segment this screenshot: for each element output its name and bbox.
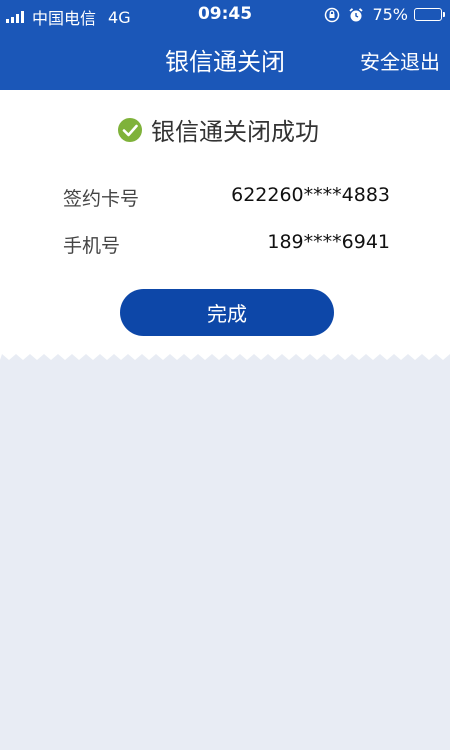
phone-number-label: 手机号 <box>63 235 121 257</box>
rotation-lock-icon <box>325 7 340 22</box>
result-status: 银信通关闭成功 <box>117 112 319 147</box>
header: 中国电信 4G 09:45 75% 银信通关闭 安全退出 <box>0 0 450 90</box>
status-right: 75% <box>324 5 445 24</box>
card-number-label: 签约卡号 <box>63 188 140 210</box>
secure-logout-button[interactable]: 安全退出 <box>360 46 440 75</box>
phone-number-value: 189****6941 <box>267 231 390 253</box>
check-circle-icon <box>118 117 142 142</box>
card-number-value: 622260****4883 <box>231 184 390 206</box>
card-zigzag-edge <box>0 350 450 360</box>
alarm-icon <box>349 7 364 21</box>
result-message: 银信通关闭成功 <box>151 118 319 146</box>
battery-icon <box>414 8 445 21</box>
status-bar: 中国电信 4G 09:45 75% <box>0 0 450 28</box>
done-button[interactable]: 完成 <box>120 289 334 336</box>
battery-percent: 75% <box>372 5 408 24</box>
